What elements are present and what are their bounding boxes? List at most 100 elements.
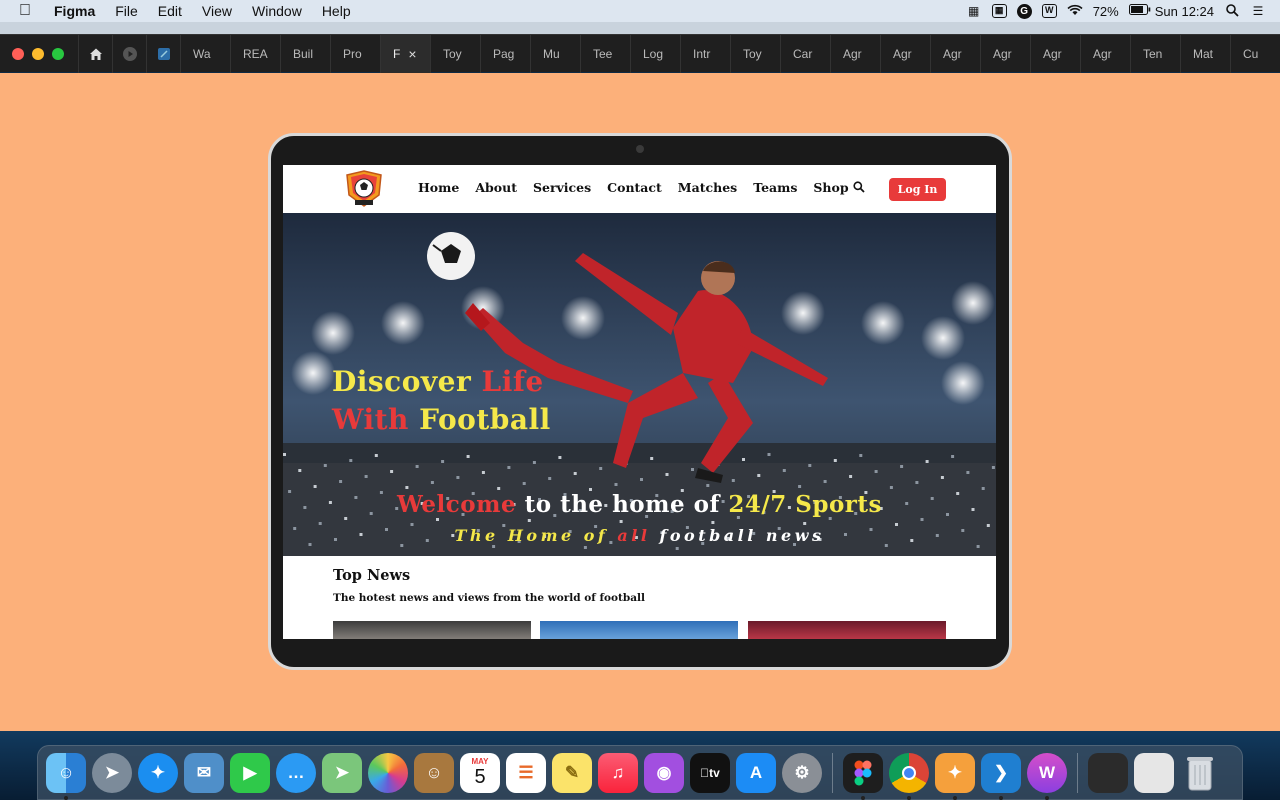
chrome-icon[interactable]: [889, 752, 929, 800]
battery-icon[interactable]: [1128, 4, 1151, 18]
menu-view[interactable]: View: [192, 3, 242, 19]
notes-icon[interactable]: ✎: [552, 752, 592, 793]
figma-status-icon[interactable]: ▦: [966, 4, 982, 18]
grammarly-icon[interactable]: G: [1016, 3, 1032, 19]
crowd-speck: [558, 456, 562, 459]
nav-matches[interactable]: Matches: [678, 180, 737, 195]
login-button[interactable]: Log In: [889, 178, 946, 201]
file-tab[interactable]: Agr: [1080, 34, 1130, 73]
file-tab[interactable]: Agr: [830, 34, 880, 73]
crowd-speck: [339, 480, 343, 483]
reminders-icon[interactable]: ☰: [506, 752, 546, 793]
grid-status-icon[interactable]: ▦: [991, 4, 1007, 18]
w-status-icon[interactable]: W: [1041, 4, 1057, 18]
hero-word-discover: Discover: [332, 365, 482, 398]
mail-icon[interactable]: ✉: [184, 752, 224, 793]
file-tab[interactable]: Ten: [1130, 34, 1180, 73]
crowd-speck: [364, 475, 368, 478]
wifi-icon[interactable]: [1067, 4, 1083, 18]
menu-edit[interactable]: Edit: [148, 3, 192, 19]
nav-shop[interactable]: Shop: [813, 180, 848, 195]
nav-contact[interactable]: Contact: [607, 180, 662, 195]
messages-icon[interactable]: …: [276, 752, 316, 793]
webflow-icon[interactable]: W: [1027, 752, 1067, 800]
news-card-image[interactable]: [540, 621, 738, 639]
tv-label: tv: [704, 765, 720, 780]
downloads-stack-icon[interactable]: [1134, 752, 1174, 793]
apple-tv-icon[interactable]: tv: [690, 752, 730, 793]
file-tab[interactable]: Cu: [1230, 34, 1280, 73]
control-center-icon[interactable]: ☰: [1250, 4, 1266, 18]
maximize-window-button[interactable]: [52, 47, 64, 60]
menu-window[interactable]: Window: [242, 3, 312, 19]
nav-services[interactable]: Services: [533, 180, 591, 195]
file-tab[interactable]: Agr: [980, 34, 1030, 73]
close-tab-icon[interactable]: ×: [408, 46, 416, 62]
file-tab[interactable]: Car: [780, 34, 830, 73]
crowd-speck: [599, 467, 603, 470]
close-window-button[interactable]: [12, 47, 24, 60]
nav-teams[interactable]: Teams: [753, 180, 797, 195]
system-preferences-icon[interactable]: ⚙: [782, 752, 822, 793]
file-tab[interactable]: Wa: [180, 34, 230, 73]
file-tab[interactable]: Agr: [930, 34, 980, 73]
figma-app-icon[interactable]: [843, 752, 883, 800]
app-name-menu[interactable]: Figma: [50, 3, 105, 19]
menu-help[interactable]: Help: [312, 3, 361, 19]
finder-icon[interactable]: ☺: [46, 752, 86, 800]
spotlight-search-icon[interactable]: [1224, 4, 1240, 18]
crowd-speck: [874, 470, 878, 473]
file-tab-icon[interactable]: [146, 34, 180, 73]
file-tab[interactable]: REA: [230, 34, 280, 73]
app-store-icon[interactable]: A: [736, 752, 776, 793]
news-card-image[interactable]: [748, 621, 946, 639]
minimize-window-button[interactable]: [32, 47, 44, 60]
window-titlebar-gap: [0, 22, 1280, 34]
calendar-icon[interactable]: MAY 5: [460, 752, 500, 793]
apple-icon[interactable]: : [0, 2, 50, 20]
photos-icon[interactable]: [368, 752, 408, 793]
webcam-icon: [636, 145, 644, 153]
file-tab[interactable]: Toy: [730, 34, 780, 73]
home-icon[interactable]: [78, 34, 112, 73]
stadium-light: [381, 301, 425, 345]
club-logo[interactable]: [341, 169, 387, 209]
safari-icon[interactable]: ✦: [138, 752, 178, 793]
file-tab[interactable]: Buil: [280, 34, 330, 73]
file-tabs: Wa REA Buil Pro F × Toy Pag Mu Tee Log Intr Toy Car Ag…: [180, 34, 1280, 73]
vscode-icon[interactable]: ❯: [981, 752, 1021, 800]
crowd-speck: [466, 455, 470, 458]
file-tab[interactable]: Pag: [480, 34, 530, 73]
podcasts-icon[interactable]: ◉: [644, 752, 684, 793]
file-tab[interactable]: Mat: [1180, 34, 1230, 73]
launchpad-icon[interactable]: ➤: [92, 752, 132, 793]
recent-window-thumbnail[interactable]: [1088, 752, 1128, 793]
file-tab[interactable]: Log: [630, 34, 680, 73]
file-tab[interactable]: Intr: [680, 34, 730, 73]
play-prototype-icon[interactable]: [112, 34, 146, 73]
calendar-month: MAY: [471, 757, 489, 766]
crowd-speck: [415, 465, 419, 468]
trash-icon[interactable]: [1180, 753, 1220, 793]
file-tab[interactable]: Toy: [430, 34, 480, 73]
file-tab[interactable]: F ×: [380, 34, 430, 73]
file-tab[interactable]: Mu: [530, 34, 580, 73]
contacts-icon[interactable]: ☺: [414, 752, 454, 793]
file-tab-label: Agr: [943, 46, 962, 61]
crowd-speck: [323, 464, 327, 467]
site-search-icon[interactable]: [853, 181, 865, 196]
file-tab[interactable]: Agr: [1030, 34, 1080, 73]
news-card-image[interactable]: [333, 621, 531, 639]
site-nav-links: Home About Services Contact Matches Team…: [418, 180, 849, 195]
swift-playgrounds-icon[interactable]: ✦: [935, 752, 975, 800]
facetime-icon[interactable]: ▶: [230, 752, 270, 793]
nav-about[interactable]: About: [475, 180, 517, 195]
maps-icon[interactable]: ➤: [322, 752, 362, 793]
file-tab[interactable]: Agr: [880, 34, 930, 73]
menu-file[interactable]: File: [105, 3, 148, 19]
music-icon[interactable]: ♫: [598, 752, 638, 793]
file-tab[interactable]: Pro: [330, 34, 380, 73]
clock[interactable]: Sun 12:24: [1155, 4, 1214, 19]
nav-home[interactable]: Home: [418, 180, 459, 195]
file-tab[interactable]: Tee: [580, 34, 630, 73]
